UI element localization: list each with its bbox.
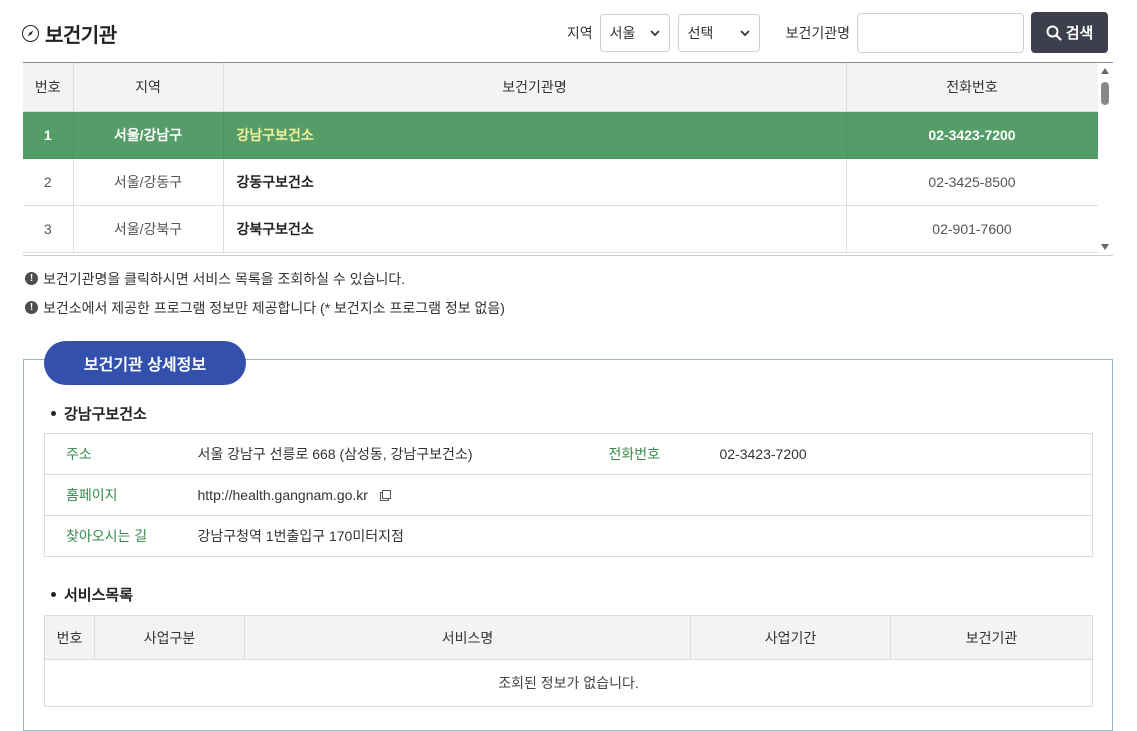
address-value: 서울 강남구 선릉로 668 (삼성동, 강남구보건소) xyxy=(197,433,588,475)
service-empty-row: 조회된 정보가 없습니다. xyxy=(44,659,1093,707)
region-select[interactable]: 서울 xyxy=(599,13,670,52)
phone-value: 02-3423-7200 xyxy=(719,433,1093,475)
row-org-name-link[interactable]: 강동구보건소 xyxy=(222,158,847,206)
notice-text: 보건기관명을 클릭하시면 서비스 목록을 조회하실 수 있습니다. xyxy=(43,270,406,287)
org-name-label: 보건기관명 xyxy=(785,24,850,41)
homepage-cell: http://health.gangnam.go.kr xyxy=(197,474,1093,516)
row-org-name-link[interactable]: 강남구보건소 xyxy=(222,111,847,159)
row-no: 3 xyxy=(23,205,74,253)
directions-label: 찾아오시는 길 xyxy=(44,515,198,557)
svc-col-org: 보건기관 xyxy=(890,615,1093,660)
row-phone: 02-3423-7200 xyxy=(845,111,1099,159)
chevron-down-icon xyxy=(649,29,660,36)
district-select-value: 선택 xyxy=(687,24,714,41)
svc-col-no: 번호 xyxy=(44,615,95,660)
address-label: 주소 xyxy=(44,433,198,475)
detail-org-title: 강남구보건소 xyxy=(51,403,147,424)
org-name-input[interactable] xyxy=(857,12,1024,53)
col-header-region: 지역 xyxy=(72,63,224,112)
search-button-label: 검색 xyxy=(1065,25,1094,42)
new-window-icon[interactable] xyxy=(379,490,391,501)
row-phone: 02-901-7600 xyxy=(845,205,1099,253)
search-bar: 지역 서울 선택 보건기관명 검색 xyxy=(567,12,1108,53)
notice-item: ! 보건소에서 제공한 프로그램 정보만 제공합니다 (* 보건지소 프로그램 … xyxy=(25,296,505,319)
service-list-title: 서비스목록 xyxy=(51,584,133,605)
scroll-down-arrow-icon[interactable] xyxy=(1101,244,1109,250)
region-select-value: 서울 xyxy=(609,24,636,41)
exclamation-icon: ! xyxy=(25,301,38,314)
detail-tab: 보건기관 상세정보 xyxy=(44,341,246,385)
row-no: 1 xyxy=(23,111,74,159)
col-header-phone: 전화번호 xyxy=(845,63,1099,112)
directions-value: 강남구청역 1번출입구 170미터지점 xyxy=(197,515,1093,557)
chevron-down-icon xyxy=(739,29,750,36)
info-row-address: 주소 서울 강남구 선릉로 668 (삼성동, 강남구보건소) 전화번호 02-… xyxy=(44,433,1093,475)
service-header-row: 번호 사업구분 서비스명 사업기간 보건기관 xyxy=(44,615,1093,660)
detail-info-table: 주소 서울 강남구 선릉로 668 (삼성동, 강남구보건소) 전화번호 02-… xyxy=(44,433,1093,557)
bullet-icon xyxy=(51,411,56,416)
homepage-label: 홈페이지 xyxy=(44,474,198,516)
table-row[interactable]: 2 서울/강동구 강동구보건소 02-3425-8500 xyxy=(23,158,1099,206)
search-icon xyxy=(1046,25,1062,41)
col-header-no: 번호 xyxy=(23,63,74,112)
svc-col-category: 사업구분 xyxy=(94,615,245,660)
row-phone: 02-3425-8500 xyxy=(845,158,1099,206)
page-title-text: 보건기관 xyxy=(45,24,117,47)
row-region: 서울/강북구 xyxy=(72,205,224,253)
district-select[interactable]: 선택 xyxy=(677,13,760,52)
region-label: 지역 xyxy=(566,24,593,41)
table-row[interactable]: 1 서울/강남구 강남구보건소 02-3423-7200 xyxy=(23,111,1099,159)
org-list: 번호 지역 보건기관명 전화번호 1 서울/강남구 강남구보건소 02-3423… xyxy=(23,62,1113,256)
exclamation-icon: ! xyxy=(25,272,38,285)
phone-label: 전화번호 xyxy=(587,433,720,475)
row-no: 2 xyxy=(23,158,74,206)
notice-list: ! 보건기관명을 클릭하시면 서비스 목록을 조회하실 수 있습니다. ! 보건… xyxy=(25,267,505,325)
table-header-row: 번호 지역 보건기관명 전화번호 xyxy=(23,63,1099,112)
org-table: 번호 지역 보건기관명 전화번호 1 서울/강남구 강남구보건소 02-3423… xyxy=(23,63,1099,253)
svc-col-period: 사업기간 xyxy=(690,615,891,660)
info-row-directions: 찾아오시는 길 강남구청역 1번출입구 170미터지점 xyxy=(44,515,1093,557)
page-title: 보건기관 xyxy=(22,18,117,48)
info-row-homepage: 홈페이지 http://health.gangnam.go.kr xyxy=(44,474,1093,516)
row-region: 서울/강동구 xyxy=(72,158,224,206)
scrollbar-thumb[interactable] xyxy=(1101,82,1109,105)
list-scrollbar[interactable] xyxy=(1098,63,1113,255)
notice-text: 보건소에서 제공한 프로그램 정보만 제공합니다 (* 보건지소 프로그램 정보… xyxy=(43,299,505,316)
homepage-link[interactable]: http://health.gangnam.go.kr xyxy=(198,487,368,503)
detail-org-name: 강남구보건소 xyxy=(64,406,147,423)
service-table: 번호 사업구분 서비스명 사업기간 보건기관 조회된 정보가 없습니다. xyxy=(44,615,1093,707)
table-row[interactable]: 3 서울/강북구 강북구보건소 02-901-7600 xyxy=(23,205,1099,253)
compass-icon xyxy=(22,24,39,42)
scroll-up-arrow-icon[interactable] xyxy=(1101,68,1109,74)
search-button[interactable]: 검색 xyxy=(1031,12,1108,53)
service-list-title-text: 서비스목록 xyxy=(64,587,134,604)
notice-item: ! 보건기관명을 클릭하시면 서비스 목록을 조회하실 수 있습니다. xyxy=(25,267,505,290)
svc-col-service-name: 서비스명 xyxy=(244,615,691,660)
row-region: 서울/강남구 xyxy=(72,111,224,159)
empty-message: 조회된 정보가 없습니다. xyxy=(44,659,1093,707)
bullet-icon xyxy=(51,592,56,597)
col-header-org-name: 보건기관명 xyxy=(222,63,847,112)
row-org-name-link[interactable]: 강북구보건소 xyxy=(222,205,847,253)
